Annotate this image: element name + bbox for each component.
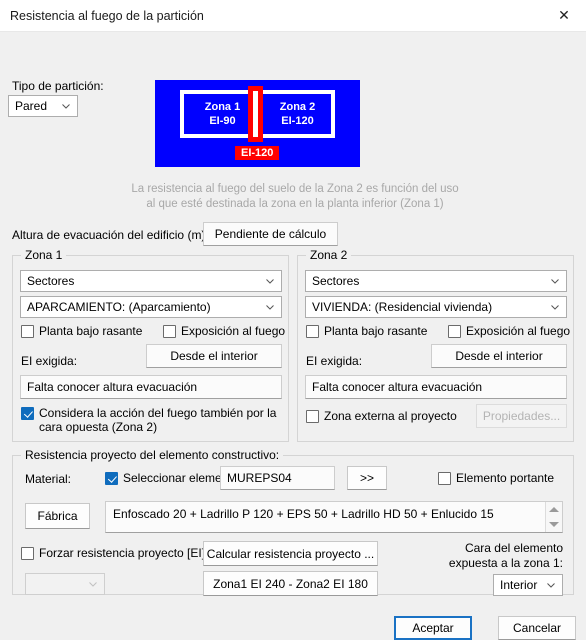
help-text: La resistencia al fuego del suelo de la … (131, 183, 459, 210)
diagram-zone2-ei: EI-120 (281, 115, 314, 127)
exposed-face-value: Interior (500, 578, 538, 592)
accept-button[interactable]: Aceptar (394, 616, 472, 640)
zone2-group: Zona 2 Sectores VIVIENDA: (Residencial v… (297, 248, 574, 442)
diagram-ei-badge: EI-120 (235, 146, 280, 160)
material-label: Material: (25, 472, 72, 486)
zone2-status: Falta conocer altura evacuación (305, 375, 567, 399)
arrow-up-icon (549, 507, 559, 512)
partition-type-label: Tipo de partición: (12, 79, 104, 93)
title-bar: Resistencia al fuego de la partición ✕ (0, 0, 586, 32)
select-element-checkbox[interactable]: Seleccionar elemento (105, 471, 238, 485)
arrow-down-icon (549, 522, 559, 527)
cancel-button[interactable]: Cancelar (498, 616, 576, 640)
chevron-down-icon (86, 577, 100, 591)
composition-box: Enfoscado 20 + Ladrillo P 120 + EPS 50 +… (105, 501, 563, 533)
partition-diagram: Zona 1 EI-90 Zona 2 EI-120 EI-120 (155, 80, 360, 167)
zone1-opposite-checkbox[interactable]: Considera la acción del fuego también po… (21, 406, 283, 434)
zone2-exposure-checkbox[interactable]: Exposición al fuego (448, 324, 570, 338)
zone1-underground-label: Planta bajo rasante (39, 324, 143, 338)
zone2-external-label: Zona externa al proyecto (324, 409, 457, 423)
zone2-use-select[interactable]: VIVIENDA: (Residencial vivienda) (305, 296, 567, 318)
diagram-zone2-name: Zona 2 (279, 101, 316, 113)
dialog-body: Tipo de partición: Pared Zona 1 EI-90 Zo… (0, 32, 586, 640)
zone1-group: Zona 1 Sectores APARCAMIENTO: (Aparcamie… (12, 248, 289, 442)
zone1-opposite-label: Considera la acción del fuego también po… (39, 406, 277, 434)
resistance-result-button[interactable]: Zona1 EI 240 - Zona2 EI 180 (203, 571, 378, 596)
chevron-down-icon (548, 274, 562, 288)
composition-text: Enfoscado 20 + Ladrillo P 120 + EPS 50 +… (113, 507, 494, 521)
checkbox-box (21, 547, 34, 560)
calculate-resistance-button[interactable]: Calcular resistencia proyecto ... (203, 541, 378, 566)
diagram-zone2: Zona 2 EI-120 (260, 100, 335, 128)
diagram-divider-slot (253, 91, 258, 137)
chevron-down-icon (544, 578, 558, 592)
zone2-level-select[interactable]: Sectores (305, 270, 567, 292)
fire-resistance-dialog: Resistencia al fuego de la partición ✕ T… (0, 0, 586, 640)
window-title: Resistencia al fuego de la partición (10, 8, 204, 23)
force-resistance-checkbox[interactable]: Forzar resistencia proyecto [EI]: (21, 546, 208, 560)
chevron-down-icon (59, 99, 73, 113)
zone2-ei-label: EI exigida: (306, 354, 363, 368)
evacuation-height-value: Pendiente de cálculo (203, 222, 338, 246)
element-code-input[interactable]: MUREPS04 (220, 466, 335, 490)
zone1-status: Falta conocer altura evacuación (20, 375, 282, 399)
chevron-down-icon (548, 300, 562, 314)
checkbox-box (448, 325, 461, 338)
zone1-group-title: Zona 1 (21, 248, 67, 262)
zone2-level-value: Sectores (312, 274, 360, 288)
chevron-down-icon (263, 274, 277, 288)
zone1-use-value: APARCAMIENTO: (Aparcamiento) (27, 300, 211, 314)
diagram-divider (248, 86, 263, 142)
force-resistance-select[interactable] (25, 573, 105, 595)
checkbox-box (306, 410, 319, 423)
zone1-exposure-label: Exposición al fuego (181, 324, 286, 338)
zone1-ei-label: EI exigida: (21, 354, 78, 368)
zone2-external-checkbox[interactable]: Zona externa al proyecto (306, 409, 457, 423)
zone1-exposure-checkbox[interactable]: Exposición al fuego (163, 324, 285, 338)
zone1-level-value: Sectores (27, 274, 75, 288)
exposed-face-select[interactable]: Interior (493, 574, 563, 596)
zone2-underground-checkbox[interactable]: Planta bajo rasante (306, 324, 427, 338)
resistance-group: Resistencia proyecto del elemento constr… (12, 448, 574, 596)
chevron-down-icon (263, 300, 277, 314)
checkbox-box (105, 472, 118, 485)
zone2-group-title: Zona 2 (306, 248, 352, 262)
checkbox-box (21, 407, 34, 420)
composition-spinner[interactable] (545, 502, 562, 532)
zone2-underground-label: Planta bajo rasante (324, 324, 428, 338)
close-icon[interactable]: ✕ (542, 0, 586, 31)
zone1-underground-checkbox[interactable]: Planta bajo rasante (21, 324, 142, 338)
force-resistance-label: Forzar resistencia proyecto [EI]: (39, 546, 209, 560)
zone1-level-select[interactable]: Sectores (20, 270, 282, 292)
checkbox-box (163, 325, 176, 338)
zone1-ei-value: Desde el interior (146, 344, 282, 368)
checkbox-box (306, 325, 319, 338)
evacuation-height-label: Altura de evacuación del edificio (m): (12, 228, 209, 242)
checkbox-box (21, 325, 34, 338)
browse-element-button[interactable]: >> (347, 466, 387, 490)
load-bearing-label: Elemento portante (456, 471, 555, 485)
load-bearing-checkbox[interactable]: Elemento portante (438, 471, 554, 485)
resistance-group-title: Resistencia proyecto del elemento constr… (21, 448, 284, 462)
partition-type-select[interactable]: Pared (8, 95, 78, 117)
zone1-use-select[interactable]: APARCAMIENTO: (Aparcamiento) (20, 296, 282, 318)
fabrica-button[interactable]: Fábrica (25, 503, 90, 529)
zone2-exposure-label: Exposición al fuego (466, 324, 571, 338)
partition-type-value: Pared (15, 99, 48, 113)
exposed-face-label: Cara del elemento expuesta a la zona 1: (448, 541, 563, 570)
zone2-use-value: VIVIENDA: (Residencial vivienda) (312, 300, 493, 314)
zone2-ei-value: Desde el interior (431, 344, 567, 368)
zone2-properties-button[interactable]: Propiedades... (476, 404, 567, 428)
checkbox-box (438, 472, 451, 485)
